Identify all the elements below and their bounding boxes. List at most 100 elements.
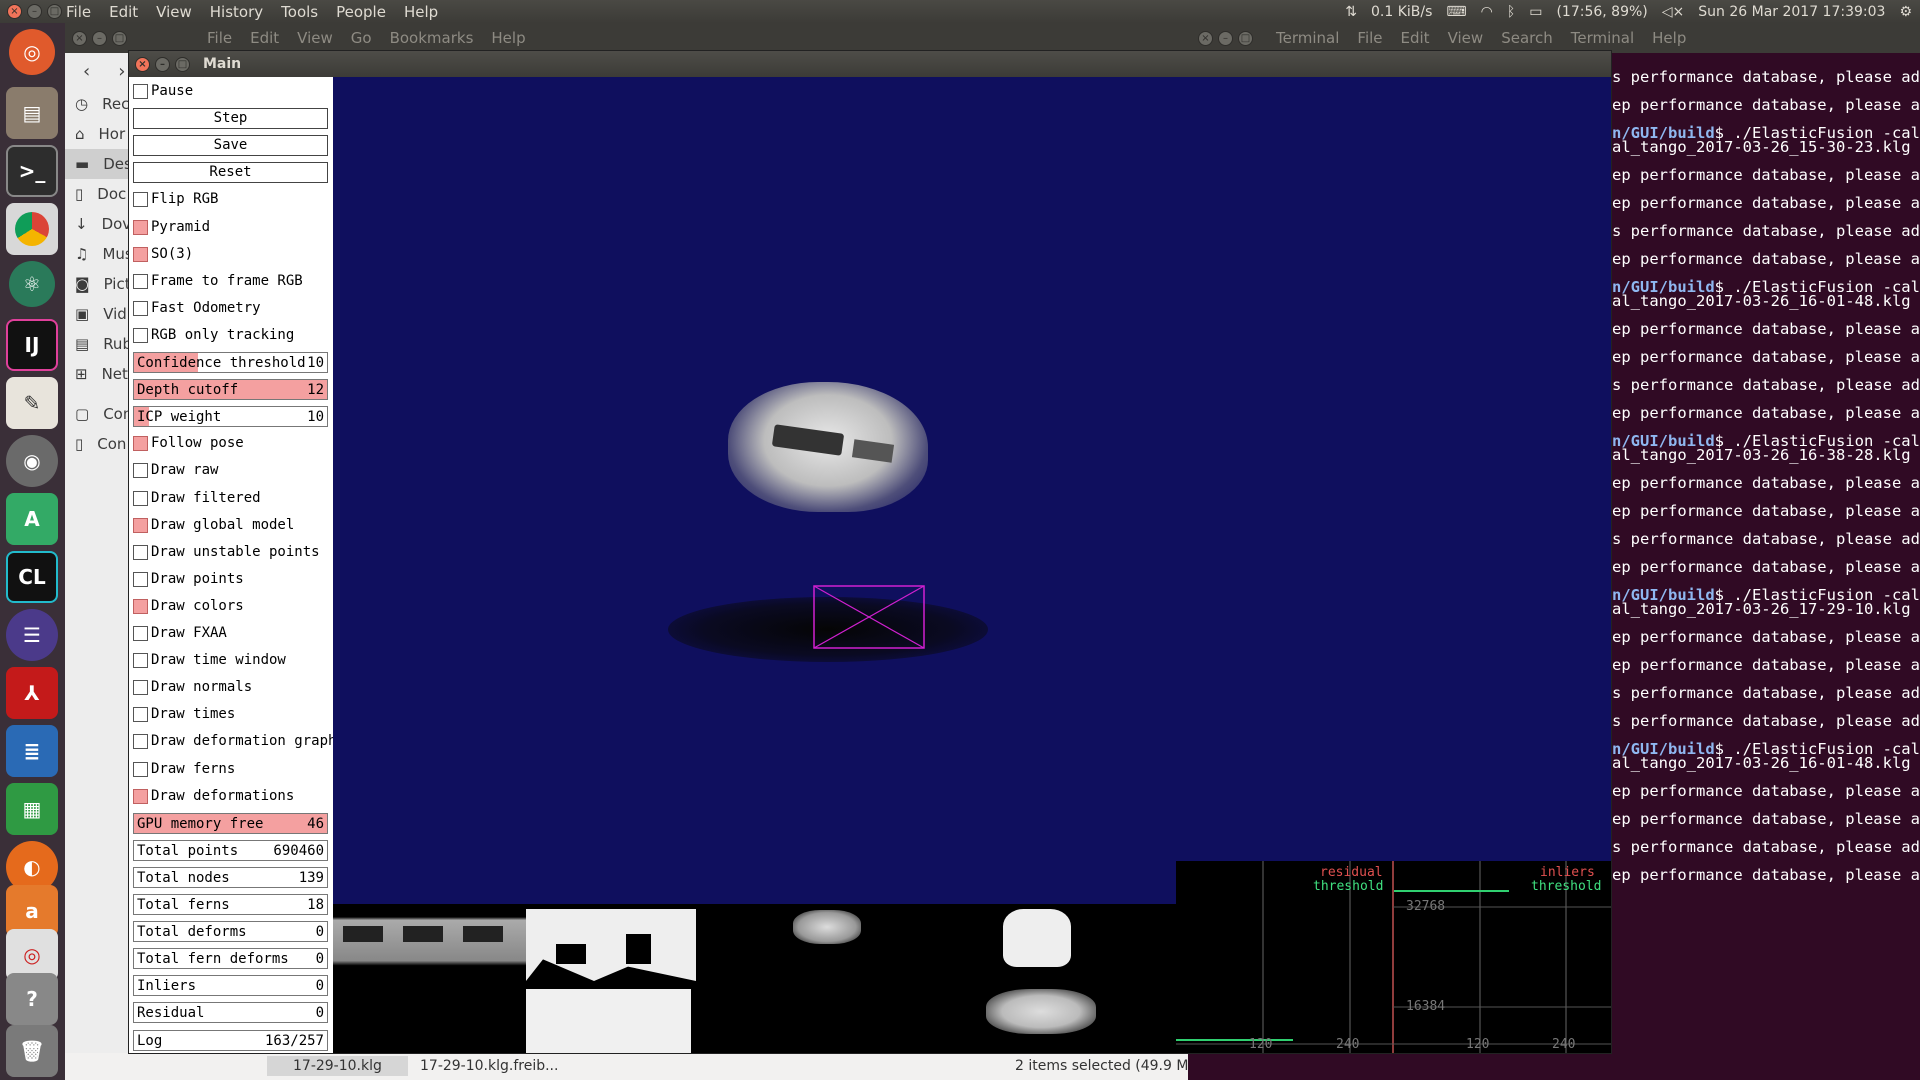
settings-gear-icon[interactable]: ⚙: [1899, 4, 1912, 20]
files-maximize-button[interactable]: □: [112, 30, 127, 46]
draw-time-window-checkbox[interactable]: [133, 653, 148, 669]
help-icon[interactable]: ?: [6, 973, 58, 1025]
menu-tools[interactable]: Tools: [281, 3, 318, 21]
draw-times-checkbox[interactable]: [133, 707, 148, 723]
clock[interactable]: Sun 26 Mar 2017 17:39:03: [1698, 4, 1885, 20]
draw-deformations-checkbox[interactable]: [133, 788, 148, 804]
forward-arrow-icon[interactable]: ›: [118, 61, 125, 82]
menu-history[interactable]: History: [210, 3, 263, 21]
confidence-threshold-slider[interactable]: Confidence threshold 10: [133, 352, 328, 373]
draw-ferns-checkbox[interactable]: [133, 761, 148, 777]
main-close-button[interactable]: ×: [135, 56, 150, 72]
pause-checkbox[interactable]: [133, 84, 148, 99]
atom-icon[interactable]: ⚛: [9, 261, 55, 307]
draw-deformations-checkbox-row[interactable]: Draw deformations: [133, 785, 328, 807]
status-file-2[interactable]: 17-29-10.klg.freib...: [420, 1058, 558, 1074]
intellij-icon[interactable]: IJ: [6, 319, 58, 371]
wifi-icon[interactable]: ◠: [1481, 4, 1493, 20]
terminal-menu-search[interactable]: Search: [1501, 29, 1553, 47]
acrobat-icon[interactable]: ⅄: [6, 667, 58, 719]
draw-unstable-points-checkbox-row[interactable]: Draw unstable points: [133, 541, 328, 563]
fast-odometry-checkbox[interactable]: [133, 300, 148, 316]
files-icon[interactable]: ▤: [6, 87, 58, 139]
writer-icon[interactable]: ≣: [6, 725, 58, 777]
network-arrows-icon[interactable]: ⇅: [1345, 4, 1357, 20]
rgb-only-tracking-checkbox-row[interactable]: RGB only tracking: [133, 324, 328, 346]
terminal-maximize-button[interactable]: □: [1238, 30, 1253, 46]
terminal-menu-terminal[interactable]: Terminal: [1571, 29, 1634, 47]
terminal-menu-help[interactable]: Help: [1652, 29, 1686, 47]
menu-people[interactable]: People: [336, 3, 386, 21]
main-maximize-button[interactable]: □: [175, 56, 190, 72]
draw-normals-checkbox-row[interactable]: Draw normals: [133, 676, 328, 698]
flip-rgb-checkbox-row[interactable]: Flip RGB: [133, 188, 328, 210]
draw-normals-checkbox[interactable]: [133, 680, 148, 696]
terminal-menu-view[interactable]: View: [1448, 29, 1484, 47]
android-studio-icon[interactable]: A: [6, 493, 58, 545]
pyramid-checkbox[interactable]: [133, 219, 148, 235]
draw-colors-checkbox[interactable]: [133, 598, 148, 614]
draw-fxaa-checkbox[interactable]: [133, 626, 148, 641]
draw-deformation-graph-checkbox-row[interactable]: Draw deformation graph: [133, 730, 336, 752]
gpu-memory-free-slider[interactable]: GPU memory free 46: [133, 812, 328, 834]
follow-pose-checkbox[interactable]: [133, 436, 148, 452]
draw-times-checkbox-row[interactable]: Draw times: [133, 703, 328, 725]
draw-points-checkbox[interactable]: [133, 571, 148, 587]
eye-of-gnome-icon[interactable]: ◉: [6, 435, 58, 487]
keyboard-icon[interactable]: ⌨: [1446, 4, 1466, 20]
bluetooth-icon[interactable]: ᛒ: [1507, 4, 1515, 20]
so-3-checkbox[interactable]: [133, 246, 148, 262]
terminal-menu-file[interactable]: File: [1357, 29, 1382, 47]
volume-icon[interactable]: ◁×: [1662, 4, 1685, 20]
draw-raw-checkbox-row[interactable]: Draw raw: [133, 459, 328, 481]
files-menu-go[interactable]: Go: [351, 29, 372, 47]
menu-file[interactable]: File: [66, 3, 91, 21]
terminal-close-button[interactable]: ×: [1198, 30, 1213, 46]
pyramid-checkbox-row[interactable]: Pyramid: [133, 216, 328, 238]
draw-unstable-points-checkbox[interactable]: [133, 544, 148, 560]
trash-icon[interactable]: 🗑: [6, 1025, 58, 1077]
depth-cutoff-slider[interactable]: Depth cutoff 12: [133, 379, 328, 401]
pause-checkbox-row[interactable]: Pause: [133, 80, 328, 102]
main-minimize-button[interactable]: –: [155, 56, 170, 72]
calc-icon[interactable]: ▦: [6, 783, 58, 835]
reset-button[interactable]: Reset: [133, 162, 328, 184]
frame-to-frame-rgb-checkbox[interactable]: [133, 273, 148, 289]
fast-odometry-checkbox-row[interactable]: Fast Odometry: [133, 297, 328, 319]
chrome-icon[interactable]: [6, 203, 58, 255]
files-close-button[interactable]: ×: [72, 30, 87, 46]
draw-points-checkbox-row[interactable]: Draw points: [133, 568, 328, 590]
files-menu-file[interactable]: File: [207, 29, 232, 47]
draw-deformation-graph-checkbox[interactable]: [133, 734, 148, 750]
files-menu-help[interactable]: Help: [491, 29, 525, 47]
menu-view[interactable]: View: [156, 3, 192, 21]
draw-global-model-checkbox-row[interactable]: Draw global model: [133, 514, 328, 536]
terminal-minimize-button[interactable]: –: [1218, 30, 1233, 46]
draw-raw-checkbox[interactable]: [133, 463, 148, 479]
files-menu-edit[interactable]: Edit: [250, 29, 279, 47]
flip-rgb-checkbox[interactable]: [133, 192, 148, 208]
battery-status[interactable]: (17:56, 89%): [1556, 4, 1647, 20]
draw-filtered-checkbox-row[interactable]: Draw filtered: [133, 487, 328, 509]
draw-fxaa-checkbox-row[interactable]: Draw FXAA: [133, 622, 328, 644]
files-menu-view[interactable]: View: [297, 29, 333, 47]
rgb-only-tracking-checkbox[interactable]: [133, 327, 148, 343]
step-button[interactable]: Step: [133, 108, 328, 130]
draw-colors-checkbox-row[interactable]: Draw colors: [133, 595, 328, 617]
minimize-window-button[interactable]: –: [27, 4, 42, 19]
terminal-icon[interactable]: >_: [6, 145, 58, 197]
terminal-menu-edit[interactable]: Edit: [1401, 29, 1430, 47]
draw-ferns-checkbox-row[interactable]: Draw ferns: [133, 758, 328, 780]
draw-time-window-checkbox-row[interactable]: Draw time window: [133, 649, 328, 671]
clion-icon[interactable]: CL: [6, 551, 58, 603]
draw-global-model-checkbox[interactable]: [133, 517, 148, 533]
draw-filtered-checkbox[interactable]: [133, 490, 148, 506]
text-editor-icon[interactable]: ✎: [6, 377, 58, 429]
battery-icon[interactable]: ▭: [1529, 4, 1542, 20]
follow-pose-checkbox-row[interactable]: Follow pose: [133, 432, 328, 454]
files-menu-bookmarks[interactable]: Bookmarks: [390, 29, 474, 47]
maximize-window-button[interactable]: □: [47, 4, 62, 19]
eclipse-icon[interactable]: ☰: [6, 609, 58, 661]
frame-to-frame-rgb-checkbox-row[interactable]: Frame to frame RGB: [133, 270, 328, 292]
ubuntu-dash-icon[interactable]: ◎: [9, 29, 55, 75]
